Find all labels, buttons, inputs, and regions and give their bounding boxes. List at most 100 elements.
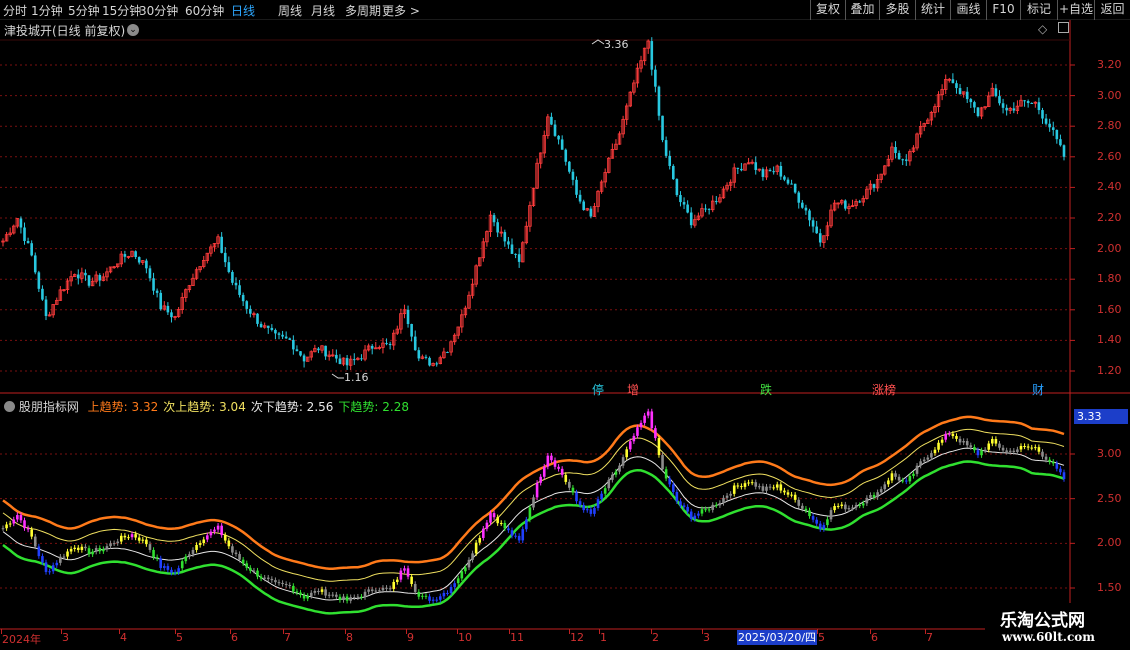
price-tick-label: 3.00 <box>1097 88 1122 102</box>
month-tick <box>599 629 600 634</box>
ind-candle-body <box>41 556 44 563</box>
ind-candle-body <box>951 433 955 437</box>
ind-candle-body <box>241 559 245 564</box>
candle-body <box>503 232 507 242</box>
month-label: 7 <box>284 631 291 644</box>
month-tick <box>1 629 2 634</box>
diamond-icon[interactable]: ◇ <box>1038 22 1047 36</box>
candle-body <box>872 184 876 188</box>
candle-body <box>808 210 811 221</box>
high-marker: 3.36 <box>604 38 629 51</box>
month-tick <box>406 629 407 634</box>
candle-body <box>657 86 661 116</box>
candle-body <box>1055 129 1059 140</box>
ind-candle-body <box>374 590 378 592</box>
event-marker[interactable]: 财 <box>1032 381 1044 398</box>
ind-candle-body <box>428 596 431 601</box>
candle-body <box>231 271 234 283</box>
ind-candle-body <box>324 589 327 596</box>
candle-body <box>894 147 897 154</box>
ind-candle-body <box>48 571 51 573</box>
event-marker[interactable]: 停 <box>592 381 604 398</box>
ind-candle-body <box>582 505 585 511</box>
ind-candle-body <box>779 484 783 491</box>
ind-candle-body <box>1026 446 1030 448</box>
ind-candle-body <box>915 465 919 474</box>
ind-candle-body <box>973 447 976 451</box>
ind-candle-body <box>1041 451 1044 457</box>
indicator-tick-label: 3.00 <box>1097 447 1122 460</box>
candle-body <box>797 192 801 203</box>
candle-body <box>295 349 299 352</box>
month-tick <box>925 629 926 634</box>
candle-body <box>951 79 955 84</box>
ind-candle-body <box>833 506 836 511</box>
candle-body <box>223 252 227 263</box>
candle-body <box>589 208 593 217</box>
event-marker[interactable]: 增 <box>627 381 639 398</box>
candle-body <box>266 325 270 328</box>
ind-candle-body <box>378 590 381 592</box>
ind-candle-body <box>499 522 503 524</box>
ind-candle-body <box>589 509 593 514</box>
indicator-header: 股朋指标网 上趋势: 3.32 次上趋势: 3.04 次下趋势: 2.56 下趋势: … <box>4 398 409 415</box>
ind-candle-body <box>732 485 736 494</box>
candle-body <box>281 334 284 337</box>
price-tick-label: 2.80 <box>1097 119 1122 133</box>
ind-candle-body <box>37 546 41 557</box>
ind-candle-body <box>59 556 62 563</box>
ind-candle-body <box>313 590 317 593</box>
ind-candle-body <box>603 488 607 494</box>
ind-candle-body <box>725 495 729 498</box>
ind-candle-body <box>188 554 191 557</box>
candle-body <box>26 240 30 244</box>
ind-candle-body <box>231 546 234 553</box>
indicator-tick-label: 2.50 <box>1097 491 1122 505</box>
candle-body <box>84 272 87 276</box>
candle-body <box>1044 118 1048 124</box>
chevron-down-icon[interactable]: ⌄ <box>127 24 139 36</box>
ind-candle-body <box>869 494 872 498</box>
chevron-down-icon[interactable] <box>4 401 15 412</box>
ind-candle-body <box>858 505 861 507</box>
ind-candle-body <box>288 585 292 587</box>
ind-candle-body <box>571 487 575 493</box>
maximize-icon[interactable] <box>1058 22 1069 33</box>
ind-candle-body <box>607 479 611 489</box>
candle-body <box>492 215 496 223</box>
ind-candle-body <box>370 589 374 592</box>
candle-body <box>41 288 44 300</box>
ind-candle-body <box>682 505 686 507</box>
event-marker[interactable]: 涨榜 <box>872 381 896 398</box>
month-label: 1 <box>600 631 607 644</box>
candle-body <box>1051 127 1055 130</box>
event-marker[interactable]: 跌 <box>760 381 772 398</box>
ind-candle-body <box>646 411 650 416</box>
ind-candle-body <box>826 519 829 526</box>
candle-body <box>897 153 901 160</box>
ind-candle-body <box>163 566 166 568</box>
candle-body <box>98 275 102 281</box>
ind-candle-body <box>801 505 804 509</box>
ind-candle-body <box>482 528 485 538</box>
ind-candle-body <box>922 459 926 462</box>
ind-candle-body <box>707 509 711 511</box>
price-tick-label: 1.60 <box>1097 302 1122 316</box>
ind-candle-body <box>600 493 603 500</box>
candle-body <box>682 202 686 205</box>
ind-candle-body <box>16 515 19 520</box>
candle-body <box>998 96 1001 104</box>
price-chart[interactable] <box>0 0 1130 650</box>
candle-body <box>292 339 295 350</box>
candle-body <box>965 91 969 100</box>
ind-candle-body <box>969 445 973 448</box>
candle-body <box>786 179 790 184</box>
candle-body <box>37 272 41 289</box>
ind-candle-body <box>213 529 216 532</box>
ind-candle-body <box>844 504 847 510</box>
watermark-url: www.60lt.com <box>1002 630 1095 644</box>
ind-candle-body <box>467 559 471 568</box>
ind-candle-body <box>754 482 758 487</box>
candle-body <box>571 171 575 180</box>
ind-candle-body <box>808 510 811 517</box>
